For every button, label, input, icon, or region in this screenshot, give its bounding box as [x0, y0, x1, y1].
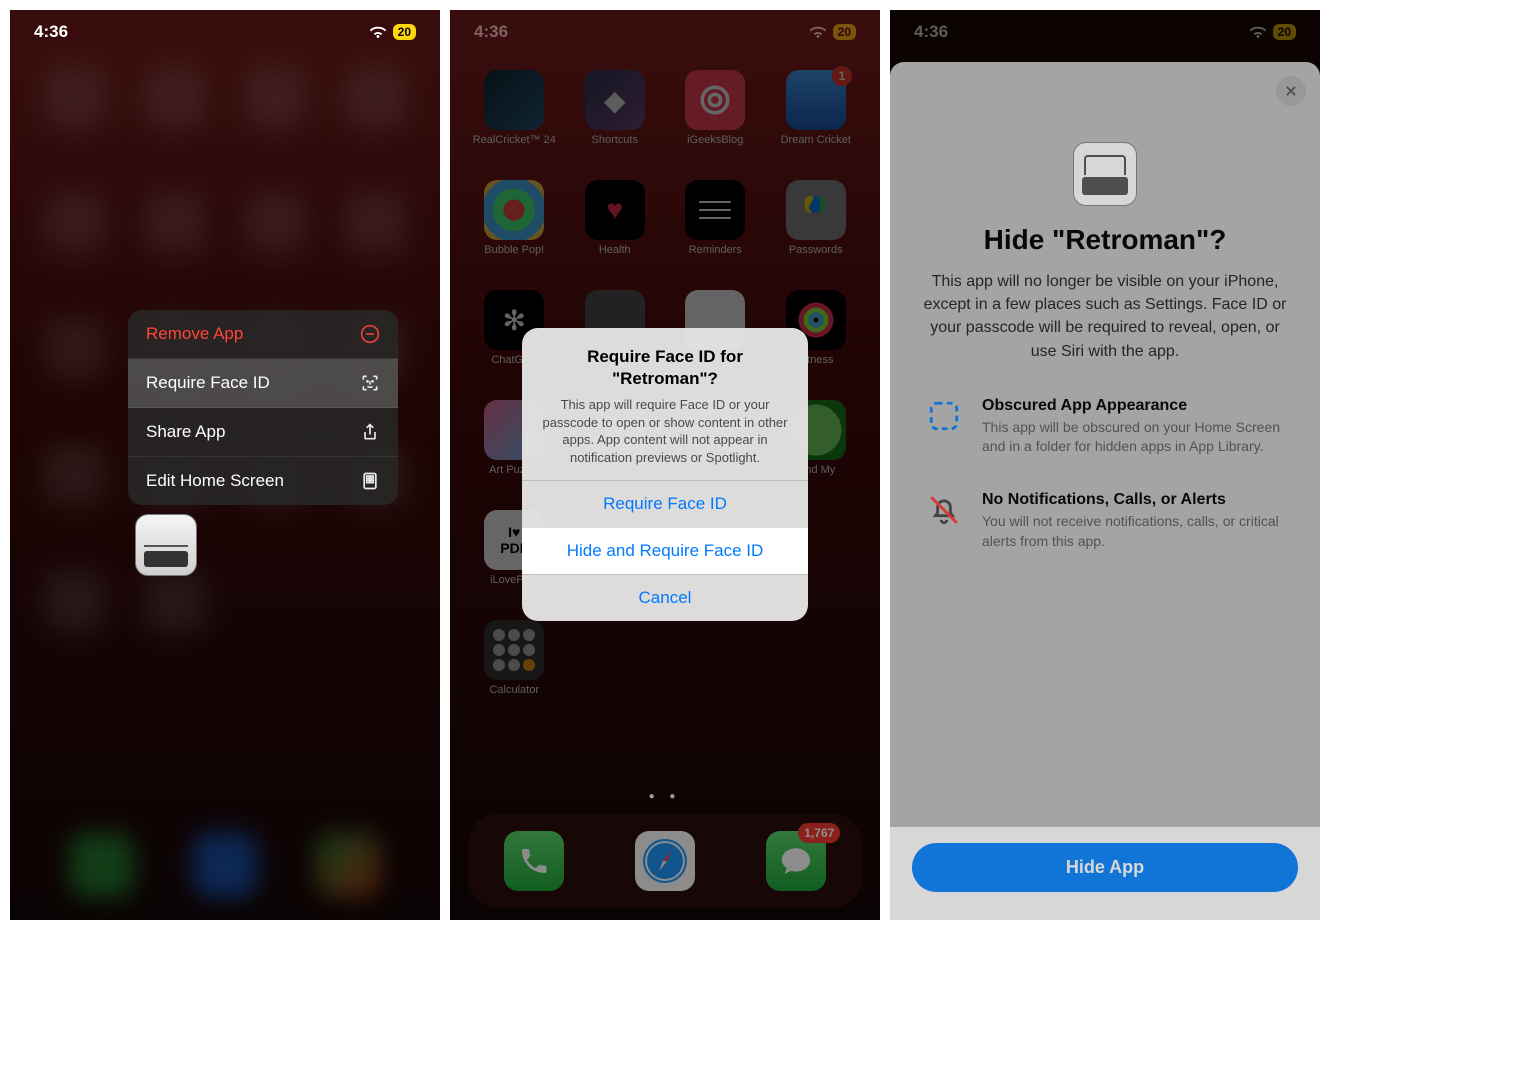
sheet-title: Hide "Retroman"?	[918, 224, 1292, 256]
alert-body: This app will require Face ID or your pa…	[540, 396, 790, 466]
alert-hide-and-require[interactable]: Hide and Require Face ID	[522, 527, 808, 574]
dashed-square-icon	[927, 399, 961, 433]
hide-app-button[interactable]: Hide App	[912, 843, 1298, 892]
page-indicator[interactable]: ● ●	[450, 791, 880, 802]
feature-obscured: Obscured App Appearance This app will be…	[918, 397, 1292, 457]
battery-indicator: 20	[393, 24, 416, 40]
minus-circle-icon	[360, 324, 380, 344]
menu-share-app[interactable]: Share App	[128, 408, 398, 457]
status-bar: 4:36 20	[450, 10, 880, 54]
feature-no-notifications: No Notifications, Calls, or Alerts You w…	[918, 491, 1292, 551]
app-dreamcricket[interactable]: 1Dream Cricket	[770, 70, 863, 178]
status-bar: 4:36 20	[890, 10, 1320, 54]
app-passwords[interactable]: Passwords	[770, 180, 863, 288]
hide-app-sheet: Hide "Retroman"? This app will no longer…	[890, 62, 1320, 920]
feature-title: Obscured App Appearance	[982, 397, 1286, 415]
feature-body: This app will be obscured on your Home S…	[982, 418, 1286, 457]
status-time: 4:36	[914, 22, 948, 42]
alert-require-faceid[interactable]: Require Face ID	[522, 480, 808, 527]
status-bar: 4:36 20	[10, 10, 440, 54]
app-health[interactable]: ♥Health	[569, 180, 662, 288]
feature-title: No Notifications, Calls, or Alerts	[982, 491, 1286, 509]
menu-label: Share App	[146, 422, 225, 442]
alert-cancel[interactable]: Cancel	[522, 574, 808, 621]
context-menu: Remove App Require Face ID Share App Edi…	[128, 310, 398, 505]
retroman-app-icon	[1073, 142, 1137, 206]
wifi-icon	[369, 25, 387, 39]
menu-label: Require Face ID	[146, 373, 270, 393]
app-calculator[interactable]: Calculator	[468, 620, 561, 728]
menu-label: Remove App	[146, 324, 243, 344]
app-shortcuts[interactable]: ◆Shortcuts	[569, 70, 662, 178]
app-icon-retroman[interactable]	[135, 514, 197, 576]
app-bubblepop[interactable]: Bubble Pop!	[468, 180, 561, 288]
app-igeeksblog[interactable]: iGeeksBlog	[669, 70, 762, 178]
status-time: 4:36	[34, 22, 68, 42]
menu-label: Edit Home Screen	[146, 471, 284, 491]
close-button[interactable]	[1276, 76, 1306, 106]
status-time: 4:36	[474, 22, 508, 42]
badge: 1	[832, 66, 852, 86]
close-icon	[1284, 84, 1298, 98]
sheet-lead: This app will no longer be visible on yo…	[918, 270, 1292, 363]
app-reminders[interactable]: Reminders	[669, 180, 762, 288]
menu-remove-app[interactable]: Remove App	[128, 310, 398, 359]
menu-edit-home-screen[interactable]: Edit Home Screen	[128, 457, 398, 505]
battery-indicator: 20	[833, 24, 856, 40]
faceid-alert: Require Face ID for "Retroman"? This app…	[522, 328, 808, 621]
app-realcricket24[interactable]: RealCricket™ 24	[468, 70, 561, 178]
dock-messages[interactable]: 1,767	[766, 831, 826, 891]
battery-indicator: 20	[1273, 24, 1296, 40]
screenshot-2: 4:36 20 RealCricket™ 24 ◆Shortcuts iGeek…	[450, 10, 880, 920]
share-icon	[360, 422, 380, 442]
wifi-icon	[1249, 25, 1267, 39]
badge: 1,767	[798, 823, 840, 843]
sheet-footer: Hide App	[890, 827, 1320, 920]
screenshot-1: 4:36 20 Remove App Require Face ID Share…	[10, 10, 440, 920]
wifi-icon	[809, 25, 827, 39]
faceid-icon	[360, 373, 380, 393]
dock-safari[interactable]	[635, 831, 695, 891]
dock: 1,767	[468, 814, 862, 908]
screenshot-3: 4:36 20 Hide "Retroman"? This app will n…	[890, 10, 1320, 920]
feature-body: You will not receive notifications, call…	[982, 512, 1286, 551]
blurred-dock	[10, 810, 440, 920]
dock-phone[interactable]	[504, 831, 564, 891]
menu-require-faceid[interactable]: Require Face ID	[128, 359, 398, 408]
apps-icon	[360, 471, 380, 491]
bell-slash-icon	[927, 493, 961, 527]
alert-title: Require Face ID for "Retroman"?	[540, 346, 790, 390]
